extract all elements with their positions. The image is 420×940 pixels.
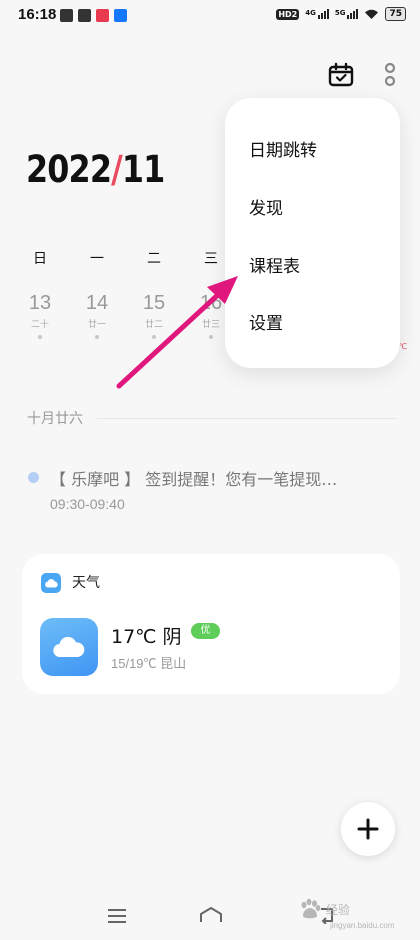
hd-badge: HD2 bbox=[276, 8, 300, 20]
plus-icon bbox=[357, 818, 379, 840]
event-title: 【 乐摩吧 】 签到提醒！您有一笔提现… bbox=[50, 470, 338, 489]
menu-item-settings[interactable]: 设置 bbox=[249, 309, 283, 334]
day-cell[interactable]: 13 二十 bbox=[20, 292, 60, 339]
weather-card-title: 天气 bbox=[72, 575, 100, 591]
day-number: 14 bbox=[85, 292, 109, 314]
weekday-label: 一 bbox=[90, 251, 104, 267]
weather-card[interactable]: 天气 17℃ 阴 优 15/19℃ 昆山 bbox=[22, 554, 400, 694]
cloud-icon bbox=[40, 618, 98, 676]
mail-notification-icon bbox=[78, 9, 91, 22]
event-dot bbox=[152, 335, 156, 339]
menu-item-date-jump[interactable]: 日期跳转 bbox=[249, 136, 317, 161]
event-dot bbox=[38, 335, 42, 339]
month-title-separator: / bbox=[111, 148, 123, 191]
options-menu: 日期跳转 发现 课程表 设置 bbox=[225, 98, 400, 368]
day-number: 15 bbox=[142, 292, 166, 314]
day-cell[interactable]: 14 廿一 bbox=[77, 292, 117, 339]
month-title-year: 2022 bbox=[26, 148, 112, 191]
event-dot bbox=[95, 335, 99, 339]
weather-small-icon bbox=[41, 573, 61, 593]
calendar-check-icon[interactable] bbox=[328, 62, 354, 88]
signal-5g-icon: 5G bbox=[335, 9, 359, 19]
day-number: 13 bbox=[28, 292, 52, 314]
weather-temperature: 17℃ 阴 bbox=[111, 626, 182, 648]
event-dot bbox=[209, 335, 213, 339]
alipay-notification-icon bbox=[114, 9, 127, 22]
home-nav-icon[interactable] bbox=[199, 906, 223, 924]
lunar-date: 廿二 bbox=[144, 320, 163, 330]
month-title-month: 11 bbox=[121, 148, 165, 191]
app-notification-icon bbox=[60, 9, 73, 22]
status-bar: 16:18 HD2 4G 5G 75 bbox=[0, 0, 420, 34]
status-right: HD2 4G 5G 75 bbox=[276, 7, 406, 21]
weekday-label: 二 bbox=[147, 251, 161, 267]
menu-item-course-schedule[interactable]: 课程表 bbox=[249, 252, 300, 277]
lunar-date: 廿一 bbox=[87, 320, 106, 330]
status-time: 16:18 bbox=[18, 6, 57, 23]
baidu-paw-logo bbox=[301, 898, 321, 919]
baidu-watermark: 经验 bbox=[298, 898, 350, 920]
add-button[interactable] bbox=[341, 802, 395, 856]
menu-item-discover[interactable]: 发现 bbox=[249, 194, 283, 219]
battery-indicator: 75 bbox=[385, 7, 406, 21]
event-time: 09:30-09:40 bbox=[50, 496, 125, 512]
shopping-notification-icon bbox=[96, 9, 109, 22]
lunar-date-label: 十月廿六 bbox=[27, 411, 83, 427]
watermark-url: jingyan.baidu.com bbox=[330, 921, 395, 930]
weather-range-location: 15/19℃ 昆山 bbox=[111, 656, 187, 671]
wifi-icon bbox=[365, 9, 379, 19]
more-options-icon[interactable] bbox=[384, 62, 396, 88]
event-color-dot bbox=[28, 472, 39, 483]
weekday-label: 日 bbox=[33, 251, 47, 267]
top-toolbar bbox=[328, 62, 396, 88]
watermark-brand: 经验 bbox=[326, 902, 351, 917]
date-divider: 十月廿六 bbox=[27, 408, 397, 428]
menu-nav-icon[interactable] bbox=[107, 908, 127, 924]
divider-line bbox=[97, 417, 397, 419]
day-cell[interactable]: 15 廿二 bbox=[134, 292, 174, 339]
lunar-date: 二十 bbox=[30, 320, 49, 330]
signal-4g-icon: 4G bbox=[305, 9, 329, 19]
air-quality-badge: 优 bbox=[191, 623, 220, 639]
month-title[interactable]: 2022/11 bbox=[26, 148, 165, 191]
